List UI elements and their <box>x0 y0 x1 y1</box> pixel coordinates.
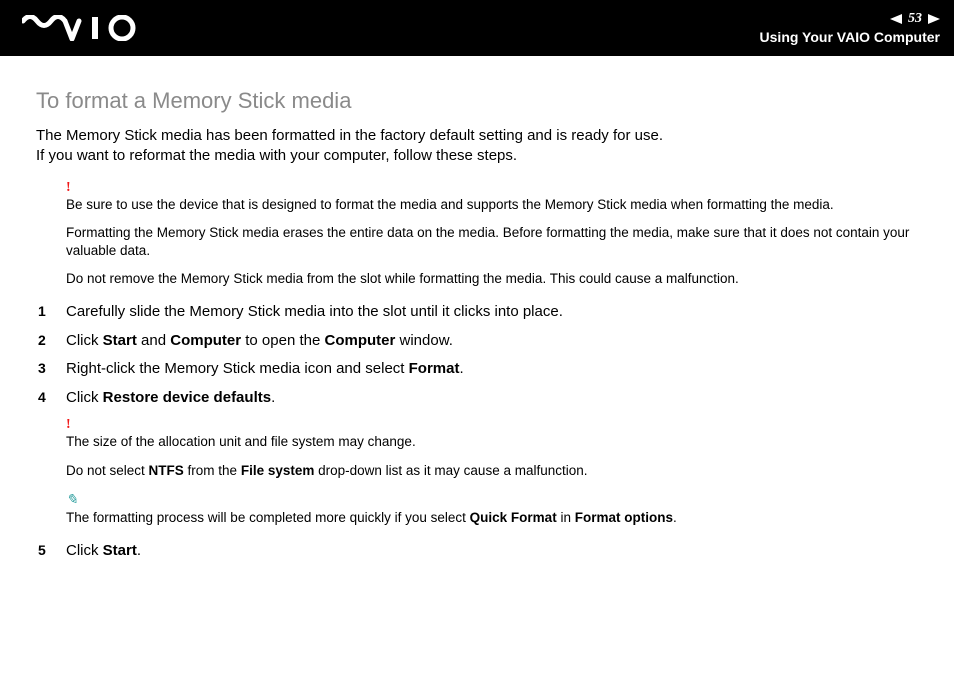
next-page-arrow-icon[interactable] <box>928 12 940 27</box>
step-number: 3 <box>36 355 66 382</box>
page-title: To format a Memory Stick media <box>36 88 918 114</box>
tip-text: The formatting process will be completed… <box>66 509 918 527</box>
step-number: 4 <box>36 384 66 411</box>
step-number: 5 <box>36 537 66 564</box>
step-row: 5 Click Start. <box>36 537 918 566</box>
intro-line: If you want to reformat the media with y… <box>36 146 918 166</box>
warning-text: Do not select NTFS from the File system … <box>66 462 918 480</box>
steps-list: 1 Carefully slide the Memory Stick media… <box>36 298 918 412</box>
warning-text: Formatting the Memory Stick media erases… <box>66 224 918 260</box>
header-right: 53 Using Your VAIO Computer <box>760 11 940 45</box>
page-number: 53 <box>908 11 922 27</box>
prev-page-arrow-icon[interactable] <box>890 12 902 27</box>
step-row: 1 Carefully slide the Memory Stick media… <box>36 298 918 327</box>
step-text: Click Restore device defaults. <box>66 384 275 413</box>
page-content: To format a Memory Stick media The Memor… <box>0 56 954 566</box>
step-row: 4 Click Restore device defaults. <box>36 384 918 413</box>
step-row: 2 Click Start and Computer to open the C… <box>36 327 918 356</box>
warning-text: Do not remove the Memory Stick media fro… <box>66 270 918 288</box>
warning-block: ! The size of the allocation unit and fi… <box>66 418 918 479</box>
section-title: Using Your VAIO Computer <box>760 29 940 45</box>
step-text: Click Start. <box>66 537 141 566</box>
tip-block: ✎ The formatting process will be complet… <box>66 494 918 527</box>
intro-line: The Memory Stick media has been formatte… <box>36 126 918 146</box>
step-text: Click Start and Computer to open the Com… <box>66 327 453 356</box>
step-number: 2 <box>36 327 66 354</box>
vaio-logo <box>22 15 152 41</box>
page-navigator: 53 <box>760 11 940 27</box>
warning-block: ! Be sure to use the device that is desi… <box>66 181 918 289</box>
intro-text: The Memory Stick media has been formatte… <box>36 126 918 167</box>
warning-text: The size of the allocation unit and file… <box>66 433 918 451</box>
page-header: 53 Using Your VAIO Computer <box>0 0 954 56</box>
step-text: Right-click the Memory Stick media icon … <box>66 355 464 384</box>
step-row: 3 Right-click the Memory Stick media ico… <box>36 355 918 384</box>
alert-icon: ! <box>66 181 918 195</box>
steps-list-continued: 5 Click Start. <box>36 537 918 566</box>
step-number: 1 <box>36 298 66 325</box>
step-text: Carefully slide the Memory Stick media i… <box>66 298 563 327</box>
pencil-icon: ✎ <box>66 494 918 508</box>
alert-icon: ! <box>66 418 918 432</box>
warning-text: Be sure to use the device that is design… <box>66 196 918 214</box>
